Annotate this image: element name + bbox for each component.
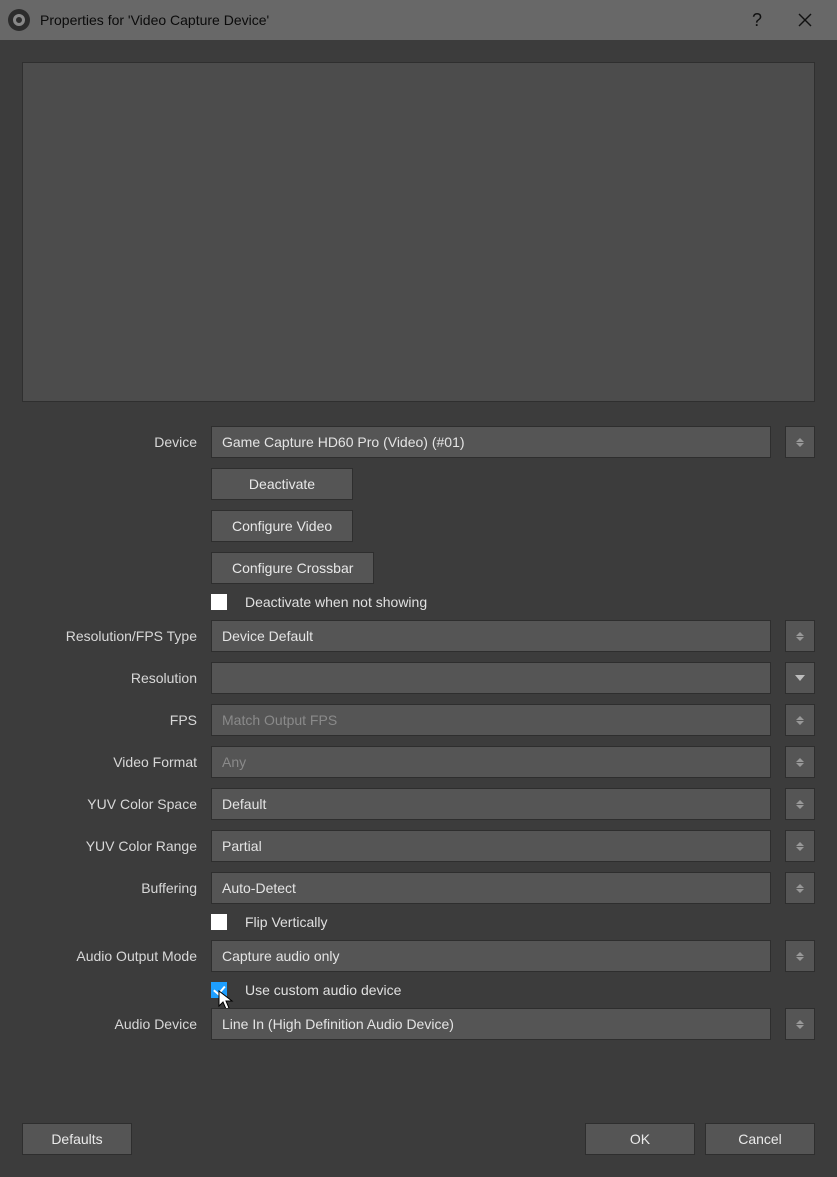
resolution-label: Resolution (22, 670, 211, 686)
spinner-icon[interactable] (785, 788, 815, 820)
configure-crossbar-button[interactable]: Configure Crossbar (211, 552, 374, 584)
window-title: Properties for 'Video Capture Device' (40, 12, 269, 28)
flip-vertically-checkbox[interactable] (211, 914, 227, 930)
help-button[interactable]: ? (733, 0, 781, 40)
ok-button[interactable]: OK (585, 1123, 695, 1155)
properties-form: Device Game Capture HD60 Pro (Video) (#0… (22, 426, 815, 1040)
deactivate-not-showing-checkbox[interactable] (211, 594, 227, 610)
spinner-icon[interactable] (785, 830, 815, 862)
device-spinner-icon[interactable] (785, 426, 815, 458)
resolution-fps-type-select[interactable]: Device Default (211, 620, 771, 652)
spinner-icon[interactable] (785, 1008, 815, 1040)
close-icon (798, 13, 812, 27)
audio-output-mode-label: Audio Output Mode (22, 948, 211, 964)
deactivate-button[interactable]: Deactivate (211, 468, 353, 500)
dialog-footer: Defaults OK Cancel (0, 1123, 837, 1177)
resolution-fps-type-label: Resolution/FPS Type (22, 628, 211, 644)
video-format-label: Video Format (22, 754, 211, 770)
chevron-down-icon[interactable] (785, 662, 815, 694)
spinner-icon[interactable] (785, 872, 815, 904)
obs-app-icon (8, 9, 30, 31)
use-custom-audio-label: Use custom audio device (245, 982, 401, 998)
configure-video-button[interactable]: Configure Video (211, 510, 353, 542)
yuv-color-space-label: YUV Color Space (22, 796, 211, 812)
yuv-color-space-select[interactable]: Default (211, 788, 771, 820)
resolution-select[interactable] (211, 662, 771, 694)
audio-device-label: Audio Device (22, 1016, 211, 1032)
video-preview (22, 62, 815, 402)
buffering-label: Buffering (22, 880, 211, 896)
yuv-color-range-select[interactable]: Partial (211, 830, 771, 862)
properties-dialog: Properties for 'Video Capture Device' ? … (0, 0, 837, 1177)
titlebar: Properties for 'Video Capture Device' ? (0, 0, 837, 40)
defaults-button[interactable]: Defaults (22, 1123, 132, 1155)
close-button[interactable] (781, 0, 829, 40)
buffering-select[interactable]: Auto-Detect (211, 872, 771, 904)
yuv-color-range-label: YUV Color Range (22, 838, 211, 854)
spinner-icon[interactable] (785, 940, 815, 972)
flip-vertically-label: Flip Vertically (245, 914, 327, 930)
spinner-icon[interactable] (785, 746, 815, 778)
fps-select[interactable]: Match Output FPS (211, 704, 771, 736)
audio-device-select[interactable]: Line In (High Definition Audio Device) (211, 1008, 771, 1040)
video-format-select[interactable]: Any (211, 746, 771, 778)
audio-output-mode-select[interactable]: Capture audio only (211, 940, 771, 972)
device-select[interactable]: Game Capture HD60 Pro (Video) (#01) (211, 426, 771, 458)
spinner-icon[interactable] (785, 704, 815, 736)
spinner-icon[interactable] (785, 620, 815, 652)
cancel-button[interactable]: Cancel (705, 1123, 815, 1155)
use-custom-audio-checkbox[interactable] (211, 982, 227, 998)
dialog-body: Device Game Capture HD60 Pro (Video) (#0… (0, 40, 837, 1123)
device-label: Device (22, 434, 211, 450)
deactivate-not-showing-label: Deactivate when not showing (245, 594, 427, 610)
fps-label: FPS (22, 712, 211, 728)
